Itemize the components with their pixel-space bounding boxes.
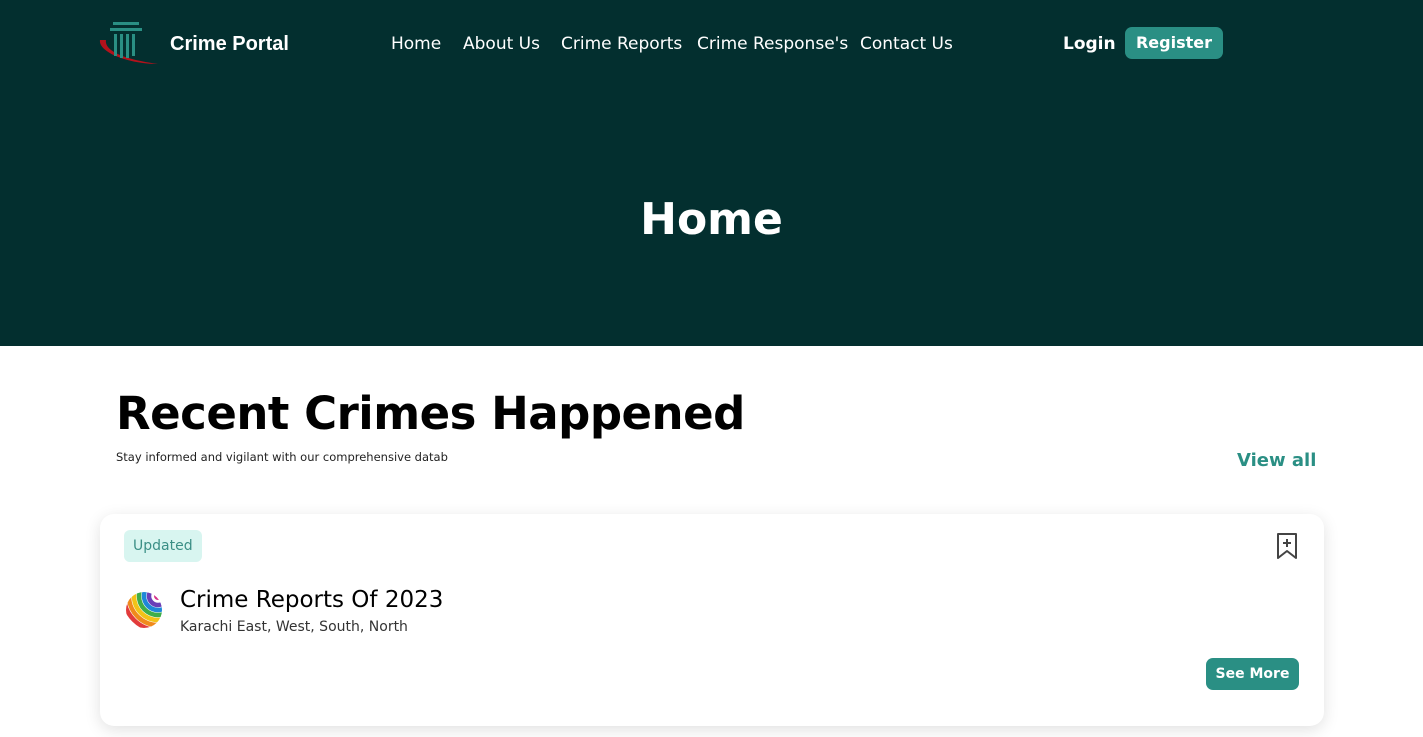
section-subtitle: Stay informed and vigilant with our comp…	[116, 450, 448, 464]
see-more-button[interactable]: See More	[1206, 658, 1299, 690]
view-all-link[interactable]: View all	[1237, 449, 1316, 473]
hero-banner: Crime Portal Home About Us Crime Reports…	[0, 0, 1423, 346]
register-button[interactable]: Register	[1125, 27, 1223, 59]
nav-link-contact-us[interactable]: Contact Us	[860, 32, 953, 56]
section-title: Recent Crimes Happened	[116, 387, 745, 440]
nav-link-home[interactable]: Home	[391, 32, 441, 56]
card-title: Crime Reports Of 2023	[180, 587, 444, 613]
crime-report-card: Updated Crime Reports Of 2023 Karachi Ea…	[100, 514, 1324, 726]
card-locations: Karachi East, West, South, North	[180, 619, 408, 635]
bookmark-add-icon[interactable]	[1276, 532, 1298, 560]
nav-link-crime-responses[interactable]: Crime Response's	[697, 32, 848, 56]
page-title: Home	[640, 194, 783, 245]
nav-link-about-us[interactable]: About Us	[463, 32, 540, 56]
status-badge: Updated	[124, 530, 202, 562]
nav-link-crime-reports[interactable]: Crime Reports	[561, 32, 682, 56]
login-link[interactable]: Login	[1063, 32, 1116, 56]
colorful-sphere-icon	[126, 592, 162, 628]
